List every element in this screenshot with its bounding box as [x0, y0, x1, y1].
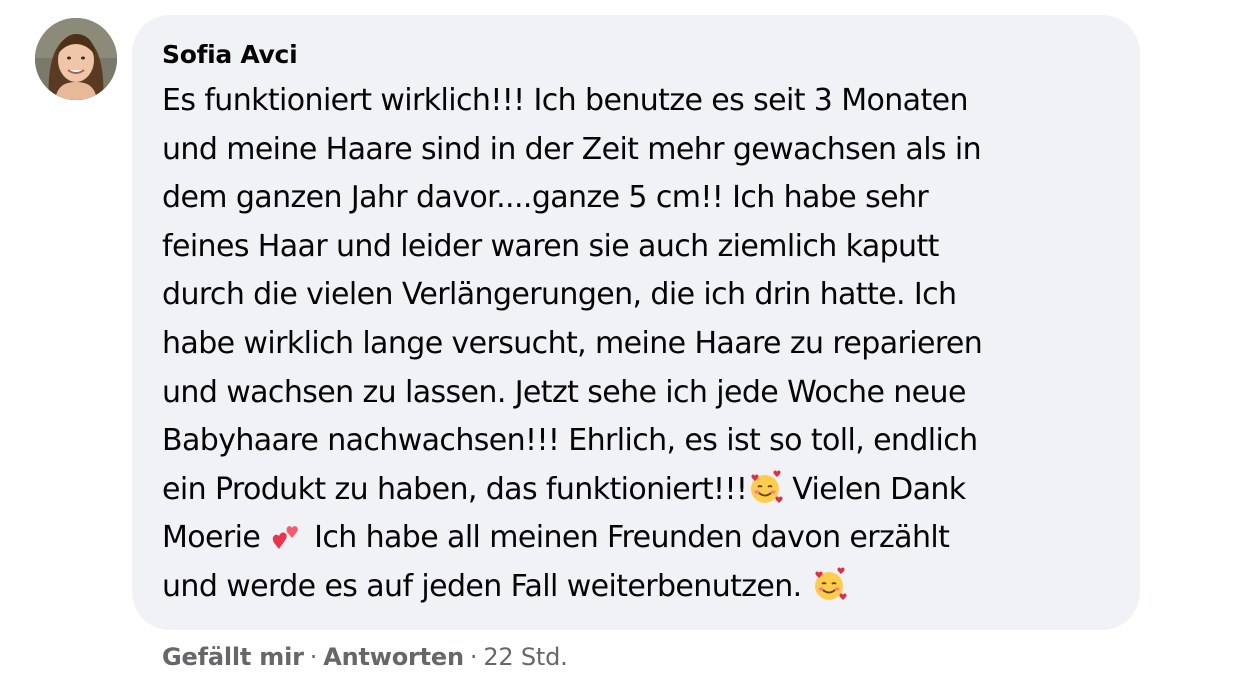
- smiling-face-with-hearts-icon: [811, 567, 847, 603]
- timestamp[interactable]: 22 Std.: [483, 643, 567, 671]
- comment-line: und meine Haare sind in der Zeit mehr ge…: [162, 131, 982, 167]
- comment-actions: Gefällt mir · Antworten · 22 Std.: [162, 638, 568, 674]
- comment-line: dem ganzen Jahr davor....ganze 5 cm!! Ic…: [162, 180, 929, 216]
- comment-line-text: Moerie: [162, 520, 270, 556]
- comment-line: Babyhaare nachwachsen!!! Ehrlich, es ist…: [162, 423, 978, 459]
- smiling-face-with-hearts-icon: [747, 470, 783, 506]
- comment-line: Moerie Ich habe all meinen Freunden davo…: [162, 514, 1110, 563]
- comment-line-text: und werde es auf jeden Fall weiterbenutz…: [162, 568, 811, 604]
- separator: ·: [469, 643, 478, 671]
- comment-line: ein Produkt zu haben, das funktioniert!!…: [162, 466, 1110, 515]
- avatar[interactable]: [35, 18, 117, 100]
- two-hearts-icon: [269, 518, 305, 554]
- comment-line: Es funktioniert wirklich!!! Ich benutze …: [162, 83, 969, 118]
- like-button[interactable]: Gefällt mir: [162, 643, 304, 671]
- comment-line: feines Haar und leider waren sie auch zi…: [162, 228, 939, 264]
- comment-line: durch die vielen Verlängerungen, die ich…: [162, 277, 957, 313]
- comment-line-text: Ich habe all meinen Freunden davon erzäh…: [305, 520, 950, 556]
- comment-line-text: Vielen Dank: [783, 471, 966, 507]
- comment: Sofia Avci Es funktioniert wirklich!!! I…: [0, 0, 1245, 674]
- comment-line: und werde es auf jeden Fall weiterbenutz…: [162, 563, 1110, 612]
- separator: ·: [309, 643, 318, 671]
- comment-line: habe wirklich lange versucht, meine Haar…: [162, 325, 983, 361]
- reply-button[interactable]: Antworten: [323, 643, 464, 671]
- comment-author[interactable]: Sofia Avci: [162, 37, 1110, 73]
- comment-line: und wachsen zu lassen. Jetzt sehe ich je…: [162, 374, 966, 410]
- comment-line-text: ein Produkt zu haben, das funktioniert!!…: [162, 471, 748, 507]
- comment-text: Es funktioniert wirklich!!! Ich benutze …: [162, 77, 1110, 612]
- comment-bubble: Sofia Avci Es funktioniert wirklich!!! I…: [132, 15, 1140, 630]
